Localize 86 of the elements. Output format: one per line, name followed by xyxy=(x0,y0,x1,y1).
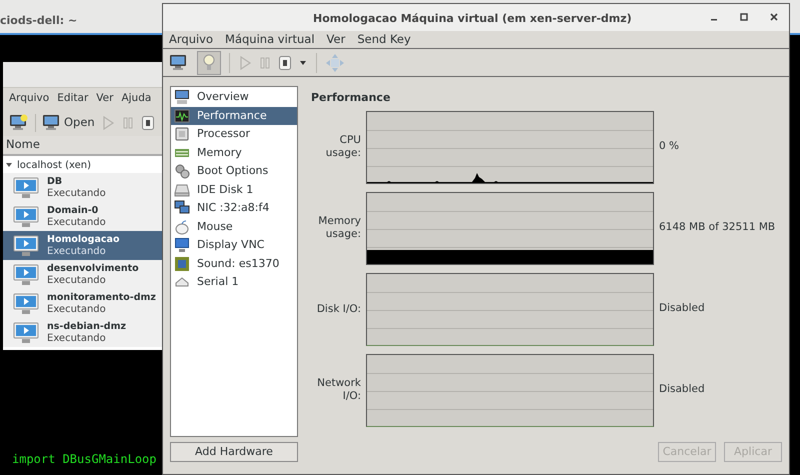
hardware-label: NIC :32:a8:f4 xyxy=(197,200,270,216)
new-vm-icon[interactable] xyxy=(9,114,29,132)
monitor-icon xyxy=(42,114,62,132)
hardware-label: Memory xyxy=(197,144,242,160)
vm-row[interactable]: ns-debian-dmz Executando xyxy=(3,318,162,347)
vm-monitor-icon xyxy=(13,176,39,198)
vm-status: Executando xyxy=(47,274,107,286)
menu-item[interactable]: Ajuda xyxy=(121,91,152,107)
terminal-text: import DBusGMainLoop xyxy=(12,451,156,468)
hardware-item[interactable]: Memory xyxy=(171,144,297,162)
graph-value: 0 % xyxy=(659,139,679,154)
menu-item[interactable]: Ver xyxy=(96,91,114,107)
hard-disk-icon xyxy=(174,182,190,198)
hardware-item[interactable]: Processor xyxy=(171,125,297,144)
close-icon[interactable] xyxy=(769,12,779,22)
vm-name: Homologacao xyxy=(47,234,120,246)
section-heading: Performance xyxy=(311,90,390,106)
menu-item[interactable]: Ver xyxy=(326,30,346,48)
vm-row[interactable]: Homologacao Executando xyxy=(3,231,162,260)
hardware-item[interactable]: Mouse xyxy=(171,218,297,236)
maximize-icon[interactable] xyxy=(739,12,749,22)
hardware-label: Display VNC xyxy=(197,237,264,253)
vm-status: Executando xyxy=(47,246,107,258)
vm-monitor-icon xyxy=(13,292,39,314)
add-hardware-button[interactable]: Add Hardware xyxy=(170,442,298,462)
vm-row[interactable]: Domain-0 Executando xyxy=(3,202,162,231)
hardware-item[interactable]: Performance xyxy=(171,106,297,125)
vm-status: Executando xyxy=(47,216,106,228)
vm-monitor-icon xyxy=(13,234,39,256)
hardware-label: Processor xyxy=(197,126,250,142)
monitor-icon xyxy=(169,54,189,72)
network-icon xyxy=(174,200,190,216)
graph-label: CPU usage: xyxy=(324,134,361,160)
power-icon[interactable] xyxy=(140,115,155,131)
graph-value: 6148 MB of 32511 MB xyxy=(659,220,776,236)
hardware-item[interactable]: Display VNC xyxy=(171,236,297,254)
hardware-item[interactable]: NIC :32:a8:f4 xyxy=(171,199,297,218)
hardware-label: Performance xyxy=(197,108,267,124)
vm-monitor-icon xyxy=(13,264,39,286)
menu-item[interactable]: Send Key xyxy=(357,30,411,48)
menu-item[interactable]: Arquivo xyxy=(169,30,214,48)
hardware-label: Overview xyxy=(197,89,249,105)
chip-icon xyxy=(174,126,190,142)
vm-status: Executando xyxy=(47,304,107,316)
vm-name: ns-debian-dmz xyxy=(47,320,126,332)
vm-row[interactable]: monitoramento-dmz Executando xyxy=(3,289,162,318)
lightbulb-icon xyxy=(202,52,216,72)
graph-label: Memory usage: xyxy=(317,215,361,241)
display-icon xyxy=(174,237,190,254)
hardware-item[interactable]: Overview xyxy=(171,88,297,106)
hardware-label: Serial 1 xyxy=(197,274,239,290)
hardware-item[interactable]: IDE Disk 1 xyxy=(171,180,297,199)
open-button[interactable]: Open xyxy=(42,114,95,132)
terminal-title: ciods-dell: ~ xyxy=(0,13,78,29)
hardware-item[interactable]: Sound: es1370 xyxy=(171,254,297,273)
mouse-icon xyxy=(174,218,190,235)
graph-value: Disabled xyxy=(659,301,705,316)
vm-name: monitoramento-dmz xyxy=(47,292,156,304)
hardware-label: IDE Disk 1 xyxy=(197,182,254,198)
graph-label: Disk I/O: xyxy=(316,302,361,316)
vm-monitor-icon xyxy=(13,206,39,228)
vm-status: Executando xyxy=(47,332,107,344)
vm-status: Executando xyxy=(47,188,106,200)
vm-monitor-icon xyxy=(13,322,39,344)
vm-row[interactable]: desenvolvimento Executando xyxy=(3,260,162,289)
hardware-label: Mouse xyxy=(197,218,233,234)
vm-row[interactable]: DB Executando xyxy=(3,173,162,202)
menu-item[interactable]: Máquina virtual xyxy=(225,30,315,48)
vm-name: Domain-0 xyxy=(47,204,100,216)
graph-label: Network I/O: xyxy=(316,377,361,403)
power-icon[interactable] xyxy=(278,54,292,70)
hardware-item[interactable]: Boot Options xyxy=(171,162,297,180)
computer-icon xyxy=(174,89,190,106)
window-title: Homologacao Máquina virtual (em xen-server-dmz) xyxy=(313,11,632,27)
vm-name: desenvolvimento xyxy=(47,262,139,274)
expander-icon[interactable] xyxy=(5,161,13,169)
column-header[interactable]: Nome xyxy=(3,136,162,156)
menu-item[interactable]: Editar xyxy=(57,91,88,107)
menu-item[interactable]: Arquivo xyxy=(9,91,50,107)
hardware-label: Boot Options xyxy=(197,163,268,179)
graph-value: Disabled xyxy=(659,382,705,398)
hardware-item[interactable]: Serial 1 xyxy=(171,273,297,292)
host-label[interactable]: localhost (xen) xyxy=(17,158,91,172)
vm-name: DB xyxy=(47,176,64,188)
chart-monitor-icon xyxy=(174,108,190,124)
hardware-label: Sound: es1370 xyxy=(197,256,280,272)
